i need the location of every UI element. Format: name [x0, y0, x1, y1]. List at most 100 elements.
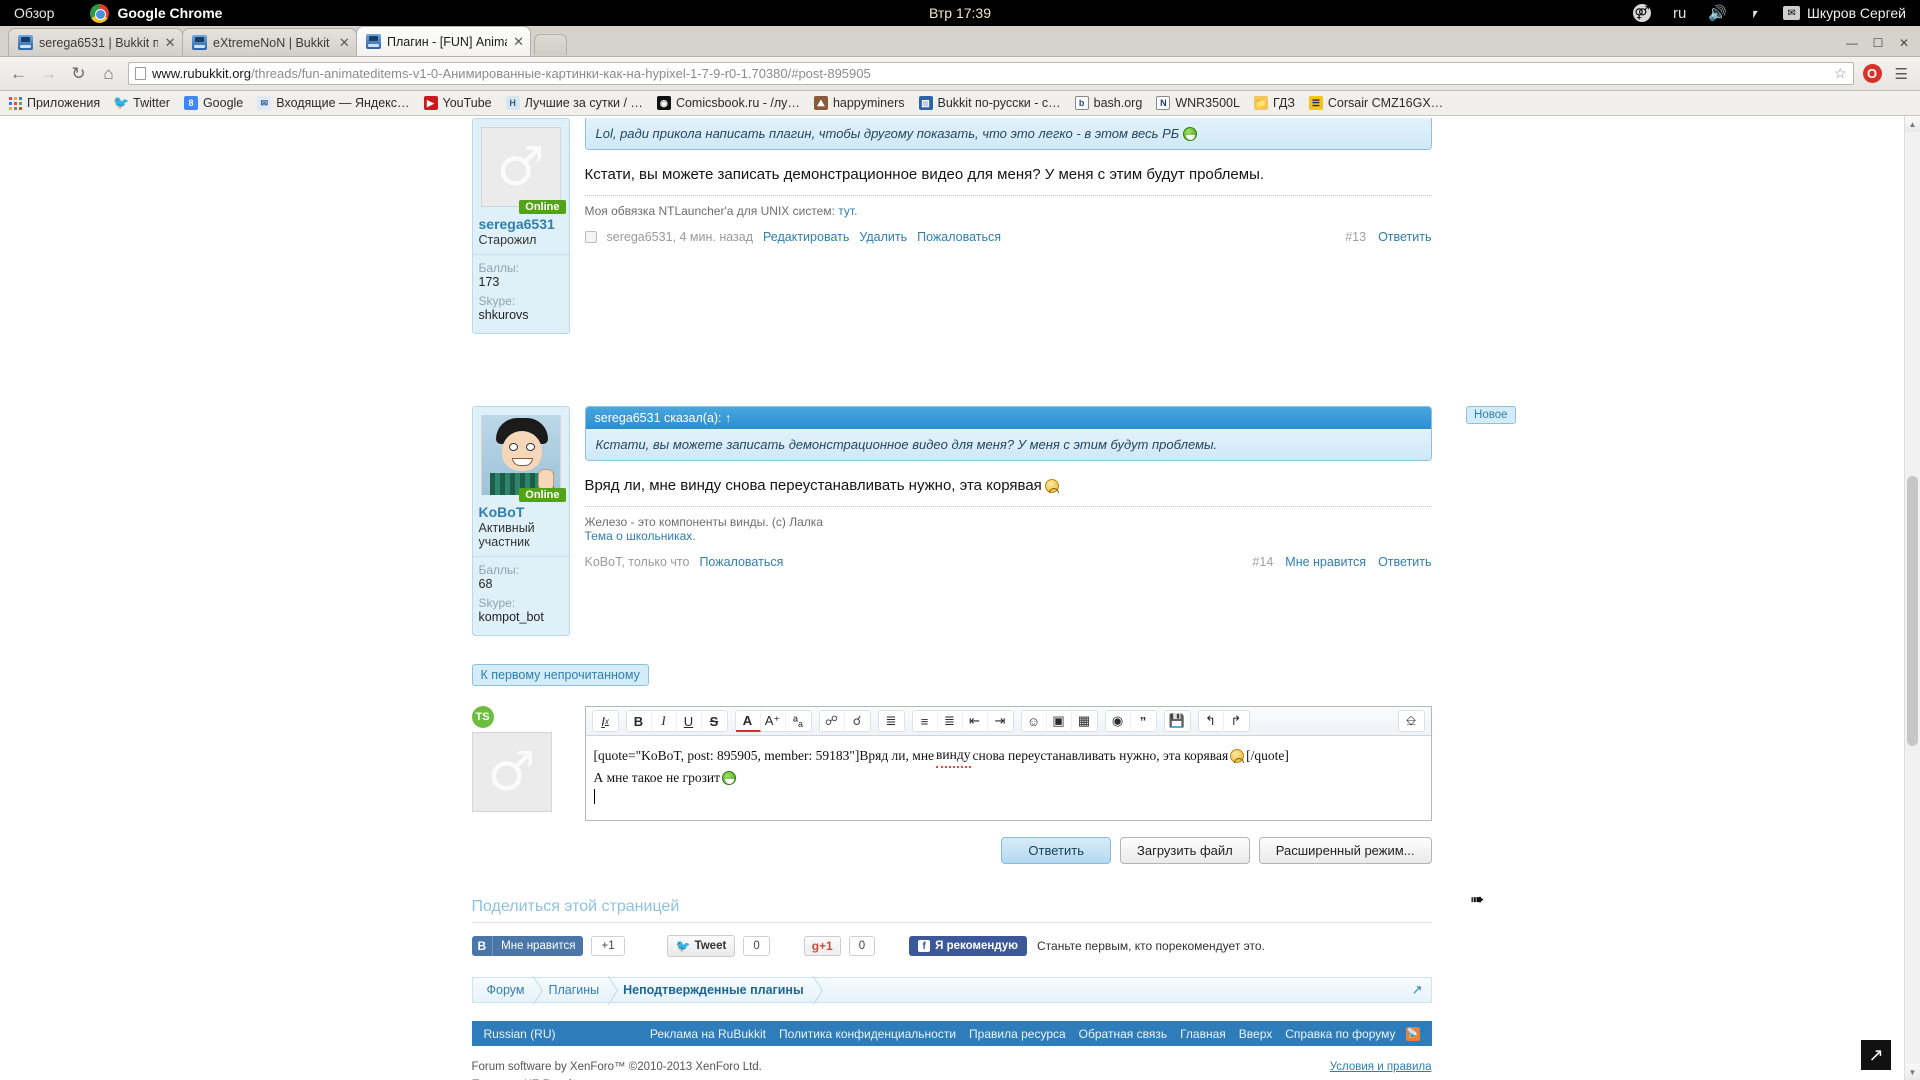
font-family-icon[interactable]: ªₐ: [786, 711, 811, 732]
breadcrumb-expand-icon[interactable]: ↗: [1412, 982, 1423, 998]
bookmark-comicsbook[interactable]: ◉ Comicsbook.ru - /лу…: [656, 96, 800, 110]
bold-icon[interactable]: B: [627, 710, 652, 732]
avatar[interactable]: Online: [480, 415, 566, 502]
footer-link-top[interactable]: Вверх: [1239, 1027, 1272, 1041]
volume-icon[interactable]: 🔊: [1708, 4, 1727, 22]
bookmark-happyminers[interactable]: ⛰ happyminers: [813, 96, 905, 110]
underline-icon[interactable]: U: [677, 710, 702, 732]
new-tab-button[interactable]: [534, 34, 567, 55]
bookmark-youtube[interactable]: ▶ YouTube: [423, 96, 492, 110]
browser-tab-2[interactable]: eXtremeNoN | Bukkit по- ✕: [182, 28, 357, 56]
footer-link-rules[interactable]: Правила ресурса: [969, 1027, 1066, 1041]
report-post-link[interactable]: Пожаловаться: [917, 230, 1001, 244]
report-post-link[interactable]: Пожаловаться: [699, 555, 783, 569]
chrome-menu-icon[interactable]: ☰: [1891, 65, 1912, 83]
delete-post-link[interactable]: Удалить: [859, 230, 907, 244]
breadcrumb-item-forum[interactable]: Форум: [473, 978, 535, 1002]
home-icon[interactable]: ⌂: [98, 64, 119, 84]
extension-icon[interactable]: O: [1862, 64, 1882, 83]
text-color-icon[interactable]: A: [735, 710, 761, 732]
browser-tab-3-active[interactable]: Плагин - [FUN] AnimatedI ✕: [356, 26, 531, 56]
footer-link-home[interactable]: Главная: [1180, 1027, 1226, 1041]
reply-link[interactable]: Ответить: [1378, 230, 1431, 244]
post-number[interactable]: #13: [1345, 230, 1366, 244]
upload-file-button[interactable]: Загрузить файл: [1120, 837, 1250, 864]
user-menu[interactable]: ✉ Шкуров Сергей: [1783, 5, 1906, 21]
keyboard-layout-indicator[interactable]: ru: [1673, 5, 1686, 22]
signature-link[interactable]: тут: [838, 204, 854, 218]
scroll-down-icon[interactable]: ▼: [1905, 1064, 1920, 1080]
draft-save-icon[interactable]: 💾: [1165, 711, 1190, 732]
reply-button[interactable]: Ответить: [1001, 837, 1111, 864]
footer-link-help[interactable]: Справка по форуму: [1285, 1027, 1395, 1041]
footer-link-ads[interactable]: Реклама на RuBukkit: [650, 1027, 766, 1041]
edit-post-link[interactable]: Редактировать: [763, 230, 849, 244]
indent-icon[interactable]: ⇥: [988, 711, 1013, 732]
remove-formatting-icon[interactable]: Ix: [593, 711, 618, 732]
activities-button[interactable]: Обзор: [0, 5, 68, 21]
breadcrumb-item-unconfirmed[interactable]: Неподтвержденные плагины: [609, 978, 814, 1002]
os-clock[interactable]: Втр 17:39: [929, 5, 991, 21]
multiquote-checkbox[interactable]: [584, 231, 597, 243]
gplus-button[interactable]: g+1: [803, 936, 841, 956]
bookmark-bukkit[interactable]: ▧ Bukkit по-русски - с…: [918, 96, 1061, 110]
forward-icon[interactable]: →: [38, 64, 59, 84]
vk-like-button[interactable]: В Мне нравится: [471, 936, 584, 956]
align-icon[interactable]: ≣: [879, 711, 904, 732]
page-scrollbar[interactable]: ▲ ▼: [1904, 116, 1920, 1080]
footer-link-privacy[interactable]: Политика конфиденциальности: [779, 1027, 956, 1041]
active-app-indicator[interactable]: Google Chrome: [90, 3, 222, 23]
bookmark-bash[interactable]: b bash.org: [1074, 96, 1142, 110]
address-bar[interactable]: www.rubukkit.org/threads/fun-animatedite…: [128, 62, 1854, 85]
accessibility-icon[interactable]: ⚤: [1633, 4, 1651, 22]
bookmark-star-icon[interactable]: ☆: [1834, 65, 1847, 82]
bookmark-apps[interactable]: Приложения: [9, 96, 100, 110]
post-number[interactable]: #14: [1252, 555, 1273, 569]
first-unread-link[interactable]: К первому непрочитанному: [471, 664, 649, 686]
bookmark-yandex-mail[interactable]: ✉ Входящие — Яндекс…: [257, 96, 410, 110]
more-options-button[interactable]: Расширенный режим...: [1258, 837, 1432, 864]
language-selector[interactable]: Russian (RU): [484, 1027, 556, 1041]
bookmark-gdz[interactable]: 📁 ГДЗ: [1253, 96, 1295, 110]
bookmark-habr[interactable]: H Лучшие за сутки / …: [505, 96, 643, 110]
outdent-icon[interactable]: ⇤: [963, 710, 988, 732]
signature-link[interactable]: Тема о школьниках: [585, 529, 693, 543]
smilies-icon[interactable]: ☺: [1022, 710, 1047, 732]
facebook-recommend-button[interactable]: f Я рекомендую: [909, 936, 1028, 956]
back-icon[interactable]: ←: [8, 64, 29, 84]
rss-icon[interactable]: 📡: [1405, 1026, 1420, 1041]
insert-image-icon[interactable]: ▣: [1047, 710, 1072, 732]
like-link[interactable]: Мне нравится: [1285, 555, 1366, 569]
toggle-bbcode-icon[interactable]: ⎒: [1399, 711, 1424, 732]
message-input[interactable]: [quote="KoBoT, post: 895905, member: 591…: [586, 736, 1431, 820]
display-icon[interactable]: ⎖: [1749, 5, 1761, 22]
bookmark-twitter[interactable]: 🐦 Twitter: [113, 95, 170, 110]
quote-header[interactable]: serega6531 сказал(а): ↑: [585, 407, 1431, 429]
bookmark-corsair[interactable]: ☰ Corsair CMZ16GX…: [1308, 96, 1443, 110]
avatar[interactable]: ♂ Online: [480, 127, 566, 214]
twitter-tweet-button[interactable]: 🐦 Tweet: [666, 935, 736, 957]
reload-icon[interactable]: ↻: [68, 64, 89, 84]
footer-link-contact[interactable]: Обратная связь: [1079, 1027, 1167, 1041]
breadcrumb-item-plugins[interactable]: Плагины: [534, 978, 609, 1002]
redo-icon[interactable]: ↱: [1224, 711, 1249, 732]
font-size-icon[interactable]: A⁺: [761, 710, 786, 732]
bookmark-google[interactable]: 8 Google: [183, 96, 243, 110]
maximize-window-icon[interactable]: ☐: [1866, 34, 1890, 52]
numbered-list-icon[interactable]: ≣: [938, 710, 963, 732]
minimize-window-icon[interactable]: —: [1840, 34, 1864, 52]
insert-link-icon[interactable]: ☍: [820, 710, 845, 732]
bullet-list-icon[interactable]: ≡: [913, 710, 938, 732]
scroll-up-icon[interactable]: ▲: [1905, 116, 1920, 132]
insert-media-icon[interactable]: ▦: [1072, 711, 1097, 732]
strikethrough-icon[interactable]: S: [702, 711, 727, 732]
italic-icon[interactable]: I: [652, 710, 677, 732]
undo-icon[interactable]: ↰: [1199, 710, 1224, 732]
bookmark-netgear[interactable]: N WNR3500L: [1156, 96, 1240, 110]
tab-close-icon[interactable]: ✕: [339, 35, 350, 51]
insert-code-icon[interactable]: ◉: [1106, 710, 1131, 732]
close-window-icon[interactable]: ✕: [1892, 34, 1916, 52]
tab-close-icon[interactable]: ✕: [164, 35, 176, 51]
share-corner-icon[interactable]: ↗: [1861, 1040, 1891, 1070]
page-info-icon[interactable]: [135, 67, 146, 80]
